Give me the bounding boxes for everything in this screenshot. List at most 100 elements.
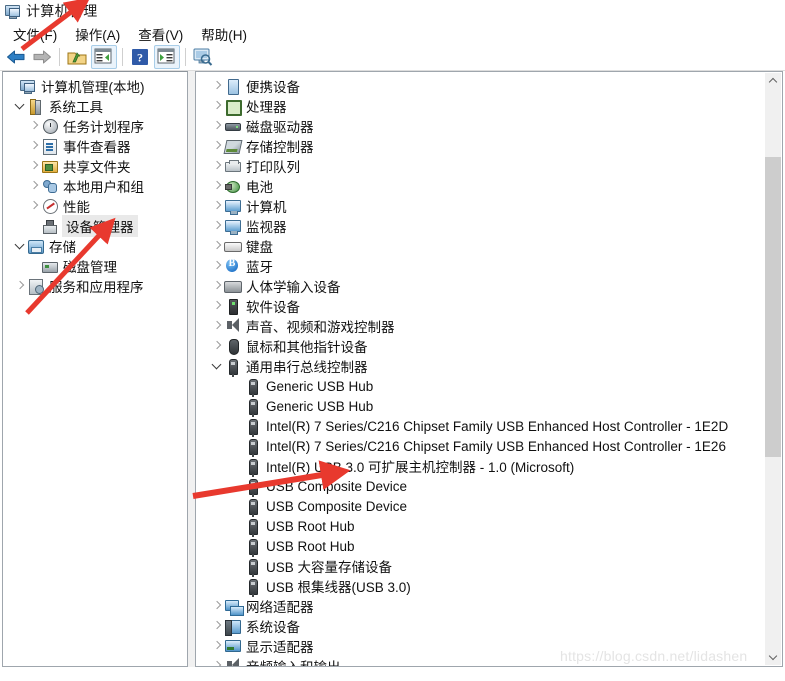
toolbar: ? (0, 44, 785, 71)
device-node-usb-controllers[interactable]: 通用串行总线控制器 (196, 356, 765, 377)
sidebar-item-services-applications[interactable]: 服务和应用程序 (3, 276, 187, 296)
chevron-right-icon[interactable] (27, 176, 41, 196)
device-manager-icon (41, 218, 59, 234)
chevron-right-icon[interactable] (210, 616, 224, 636)
vertical-scrollbar[interactable] (765, 73, 781, 665)
chevron-right-icon[interactable] (13, 276, 27, 296)
device-item[interactable]: USB Root Hub (196, 516, 765, 537)
sidebar-item-label: 存储 (49, 240, 76, 255)
chevron-right-icon[interactable] (210, 196, 224, 216)
device-node-batteries[interactable]: 电池 (196, 176, 765, 196)
event-viewer-icon (41, 138, 59, 155)
device-node-display-adapters[interactable]: 显示适配器 (196, 636, 765, 656)
chevron-down-icon[interactable] (13, 236, 27, 256)
chevron-right-icon[interactable] (210, 176, 224, 196)
system-tools-icon (27, 98, 45, 115)
device-node-software-devices[interactable]: 软件设备 (196, 296, 765, 316)
back-button[interactable] (4, 46, 28, 68)
device-node-sound-video-game[interactable]: 声音、视频和游戏控制器 (196, 316, 765, 336)
chevron-right-icon[interactable] (27, 156, 41, 176)
chevron-right-icon[interactable] (27, 136, 41, 156)
device-node-system-devices[interactable]: 系统设备 (196, 616, 765, 636)
help-button[interactable]: ? (128, 46, 152, 68)
show-console-tree-button[interactable] (91, 45, 117, 69)
sidebar-item-task-scheduler[interactable]: 任务计划程序 (3, 116, 187, 136)
chevron-right-icon[interactable] (210, 116, 224, 136)
device-node-label: 系统设备 (246, 620, 300, 635)
computer-icon (224, 198, 242, 215)
device-node-print-queues[interactable]: 打印队列 (196, 156, 765, 176)
device-item[interactable]: Generic USB Hub (196, 376, 765, 397)
sidebar-item-storage[interactable]: 存储 (3, 236, 187, 256)
device-node-computer[interactable]: 计算机 (196, 196, 765, 216)
chevron-down-icon[interactable] (13, 96, 27, 116)
sidebar-item-local-users-groups[interactable]: 本地用户和组 (3, 176, 187, 196)
device-item[interactable]: Intel(R) USB 3.0 可扩展主机控制器 - 1.0 (Microso… (196, 456, 765, 477)
scan-hardware-button[interactable] (191, 46, 215, 68)
device-item[interactable]: USB 根集线器(USB 3.0) (196, 576, 765, 597)
audio-io-icon (224, 658, 242, 666)
menu-file[interactable]: 文件(F) (4, 23, 66, 45)
device-node-mice[interactable]: 鼠标和其他指针设备 (196, 336, 765, 356)
chevron-right-icon[interactable] (210, 316, 224, 336)
sidebar-item-performance[interactable]: 性能 (3, 196, 187, 216)
chevron-right-icon[interactable] (210, 96, 224, 116)
computer-management-icon (4, 3, 20, 19)
sidebar-item-event-viewer[interactable]: 事件查看器 (3, 136, 187, 156)
device-node-label: 处理器 (246, 100, 287, 115)
device-node-keyboards[interactable]: 键盘 (196, 236, 765, 256)
chevron-right-icon[interactable] (210, 76, 224, 96)
device-item[interactable]: USB Composite Device (196, 476, 765, 497)
device-node-portable[interactable]: 便携设备 (196, 76, 765, 96)
menu-help[interactable]: 帮助(H) (192, 23, 256, 45)
sidebar-item-computer-management[interactable]: 计算机管理(本地) (3, 76, 187, 96)
show-action-pane-button[interactable] (154, 45, 180, 69)
device-item[interactable]: Intel(R) 7 Series/C216 Chipset Family US… (196, 436, 765, 457)
chevron-right-icon[interactable] (210, 256, 224, 276)
device-node-label: 存储控制器 (246, 140, 314, 155)
up-folder-button[interactable] (65, 46, 89, 68)
device-node-hid[interactable]: 人体学输入设备 (196, 276, 765, 296)
chevron-up-icon (768, 77, 778, 87)
chevron-right-icon[interactable] (210, 156, 224, 176)
scroll-up-button[interactable] (765, 73, 781, 90)
chevron-right-icon[interactable] (210, 636, 224, 656)
sidebar-item-disk-management[interactable]: 磁盘管理 (3, 256, 187, 276)
sidebar-item-shared-folders[interactable]: 共享文件夹 (3, 156, 187, 176)
device-node-bluetooth[interactable]: 蓝牙 (196, 256, 765, 276)
menu-view[interactable]: 查看(V) (129, 23, 192, 45)
forward-button[interactable] (30, 46, 54, 68)
chevron-right-icon[interactable] (210, 276, 224, 296)
device-item-label: USB Composite Device (266, 478, 408, 494)
chevron-right-icon[interactable] (27, 116, 41, 136)
chevron-right-icon[interactable] (210, 336, 224, 356)
device-item[interactable]: USB Composite Device (196, 496, 765, 517)
device-node-storage-controllers[interactable]: 存储控制器 (196, 136, 765, 156)
chevron-right-icon[interactable] (210, 216, 224, 236)
device-node-monitors[interactable]: 监视器 (196, 216, 765, 236)
menu-action[interactable]: 操作(A) (66, 23, 129, 45)
sidebar-item-label: 本地用户和组 (63, 180, 144, 195)
chevron-right-icon[interactable] (210, 296, 224, 316)
device-node-disk-drives[interactable]: 磁盘驱动器 (196, 116, 765, 136)
device-item[interactable]: Generic USB Hub (196, 396, 765, 417)
sidebar-item-device-manager[interactable]: 设备管理器 (3, 215, 187, 237)
device-node-network-adapters[interactable]: 网络适配器 (196, 596, 765, 616)
device-item-label: Intel(R) 7 Series/C216 Chipset Family US… (266, 438, 726, 454)
sidebar-item-system-tools[interactable]: 系统工具 (3, 96, 187, 116)
chevron-right-icon[interactable] (210, 656, 224, 666)
device-item[interactable]: USB Root Hub (196, 536, 765, 557)
chevron-right-icon[interactable] (210, 596, 224, 616)
chevron-right-icon[interactable] (210, 236, 224, 256)
chevron-right-icon[interactable] (27, 196, 41, 216)
device-node-processor[interactable]: 处理器 (196, 96, 765, 116)
pane-splitter[interactable] (188, 71, 195, 667)
device-manager-pane: 便携设备 处理器 磁盘驱动器 存储控制器 打印队列 电池 计算机 监视器 键盘 … (195, 71, 783, 667)
device-item[interactable]: USB 大容量存储设备 (196, 556, 765, 577)
chevron-right-icon[interactable] (210, 136, 224, 156)
device-item[interactable]: Intel(R) 7 Series/C216 Chipset Family US… (196, 416, 765, 437)
scroll-down-button[interactable] (765, 648, 781, 665)
chevron-down-icon[interactable] (210, 356, 224, 376)
scrollbar-thumb[interactable] (765, 157, 781, 457)
device-node-audio-io[interactable]: 音频输入和输出 (196, 656, 765, 666)
